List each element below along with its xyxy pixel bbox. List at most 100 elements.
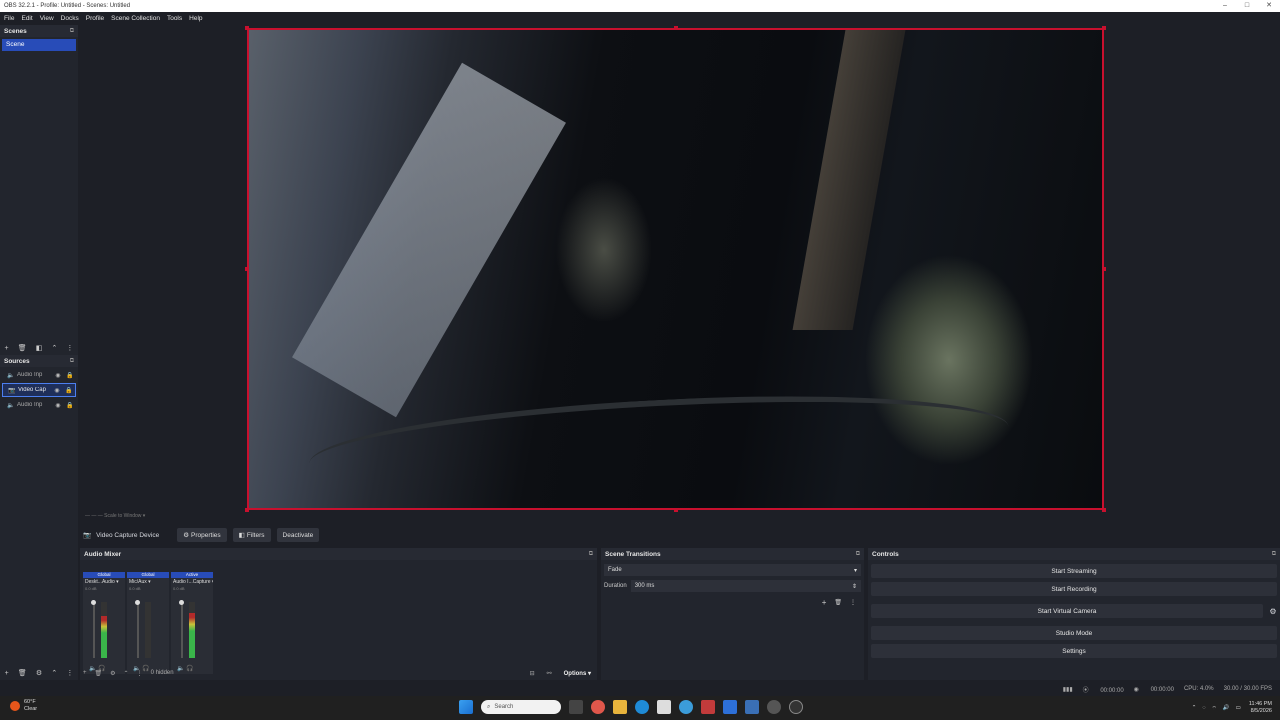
- resize-handle[interactable]: [1102, 26, 1106, 30]
- windows-start-icon[interactable]: [459, 700, 473, 714]
- preview-zoom-bar[interactable]: — — — Scale to Window ▾: [80, 513, 1280, 523]
- taskbar-search[interactable]: ⌕ Search: [481, 700, 561, 714]
- fader-knob[interactable]: [91, 600, 96, 605]
- close-icon[interactable]: ✕: [1258, 0, 1280, 12]
- app-icon[interactable]: [745, 700, 759, 714]
- dock-float-icon[interactable]: ⧉: [70, 28, 74, 35]
- properties-button[interactable]: ⚙ Properties: [177, 528, 227, 542]
- trash-icon[interactable]: 🗑: [18, 669, 27, 677]
- file-explorer-icon[interactable]: [613, 700, 627, 714]
- resize-handle[interactable]: [245, 508, 249, 512]
- more-icon[interactable]: ⋮: [66, 669, 73, 677]
- gear-icon[interactable]: ⚙: [36, 669, 42, 677]
- filters-button[interactable]: ◧ Filters: [232, 528, 271, 542]
- options-button[interactable]: Options ▾: [564, 670, 591, 677]
- menu-help[interactable]: Help: [189, 15, 202, 22]
- gear-icon[interactable]: ⚙: [110, 670, 115, 677]
- start-streaming-button[interactable]: Start Streaming: [871, 564, 1277, 578]
- add-icon[interactable]: +: [822, 598, 827, 607]
- preview-canvas[interactable]: [247, 28, 1104, 510]
- volume-fader[interactable]: [181, 602, 183, 658]
- layout-icon[interactable]: ⊟: [530, 670, 535, 677]
- taskbar-clock[interactable]: 11:46 PM 8/5/2026: [1249, 701, 1272, 715]
- weather-widget[interactable]: 60°F Clear: [10, 699, 37, 713]
- source-item[interactable]: 🔈 Audio Inp ◉ 🔒: [2, 398, 76, 412]
- chrome-icon[interactable]: [591, 700, 605, 714]
- channel-name[interactable]: Mic/Aux ▾: [127, 578, 169, 586]
- help-icon[interactable]: [679, 700, 693, 714]
- channel-name[interactable]: Deskt...Audio ▾: [83, 578, 125, 586]
- dock-float-icon[interactable]: ⧉: [70, 358, 74, 365]
- eye-icon[interactable]: ◉: [52, 402, 64, 409]
- settings-button[interactable]: Settings: [871, 644, 1277, 658]
- dock-float-icon[interactable]: ⧉: [589, 551, 593, 558]
- volume-fader[interactable]: [93, 602, 95, 658]
- task-view-icon[interactable]: [569, 700, 583, 714]
- menu-scene-collection[interactable]: Scene Collection: [111, 15, 160, 22]
- up-arrow-icon[interactable]: ⌃: [51, 669, 57, 677]
- app-icon[interactable]: [701, 700, 715, 714]
- battery-icon[interactable]: ▭: [1236, 705, 1241, 711]
- trash-icon[interactable]: 🗑: [834, 599, 842, 606]
- menu-view[interactable]: View: [40, 15, 54, 22]
- volume-fader[interactable]: [137, 602, 139, 658]
- trash-icon[interactable]: 🗑: [95, 670, 103, 677]
- deactivate-button[interactable]: Deactivate: [276, 528, 320, 542]
- level-meter: [145, 602, 151, 658]
- gear-icon[interactable]: ⚙: [1266, 607, 1280, 616]
- duration-spinbox[interactable]: 300 ms ⇕: [630, 580, 861, 592]
- lock-icon[interactable]: 🔒: [64, 372, 76, 379]
- transition-select[interactable]: Fade ▾: [604, 564, 861, 576]
- app-icon[interactable]: [723, 700, 737, 714]
- menu-edit[interactable]: Edit: [21, 15, 32, 22]
- up-arrow-icon[interactable]: ⌃: [51, 344, 57, 352]
- menu-tools[interactable]: Tools: [167, 15, 182, 22]
- minimize-icon[interactable]: –: [1214, 0, 1236, 12]
- lock-icon[interactable]: 🔒: [64, 402, 76, 409]
- source-item[interactable]: 🔈 Audio Inp ◉ 🔒: [2, 368, 76, 382]
- media-player-icon[interactable]: [767, 700, 781, 714]
- obs-icon[interactable]: [789, 700, 803, 714]
- eye-icon[interactable]: ◉: [52, 372, 64, 379]
- add-icon[interactable]: +: [5, 345, 9, 352]
- more-icon[interactable]: ⋮: [850, 599, 856, 606]
- fader-knob[interactable]: [135, 600, 140, 605]
- fader-knob[interactable]: [179, 600, 184, 605]
- start-virtual-camera-button[interactable]: Start Virtual Camera: [871, 604, 1263, 618]
- lock-icon[interactable]: 🔒: [63, 387, 75, 394]
- trash-icon[interactable]: 🗑: [18, 344, 27, 352]
- add-icon[interactable]: +: [5, 670, 9, 677]
- link-icon[interactable]: ⚯: [547, 670, 552, 677]
- start-recording-button[interactable]: Start Recording: [871, 582, 1277, 596]
- wifi-icon[interactable]: ⌔: [1212, 705, 1217, 712]
- cpu-usage: CPU: 4.0%: [1183, 686, 1214, 692]
- dock-float-icon[interactable]: ⧉: [856, 551, 860, 558]
- resize-handle[interactable]: [674, 26, 678, 30]
- resize-handle[interactable]: [245, 267, 249, 271]
- scene-item[interactable]: Scene: [2, 39, 76, 51]
- source-item-selected[interactable]: 📷 Video Cap ◉ 🔒: [2, 383, 76, 397]
- filter-icon[interactable]: ◧: [36, 344, 43, 352]
- resize-handle[interactable]: [1102, 267, 1106, 271]
- dock-float-icon[interactable]: ⧉: [1272, 551, 1276, 558]
- edge-icon[interactable]: [635, 700, 649, 714]
- spin-arrows-icon[interactable]: ⇕: [852, 583, 857, 590]
- menu-profile[interactable]: Profile: [86, 15, 104, 22]
- chevron-up-icon[interactable]: ⌃: [1192, 705, 1197, 711]
- store-icon[interactable]: [657, 700, 671, 714]
- menu-file[interactable]: File: [4, 15, 14, 22]
- add-icon[interactable]: +: [83, 670, 87, 676]
- studio-mode-button[interactable]: Studio Mode: [871, 626, 1277, 640]
- resize-handle[interactable]: [674, 508, 678, 512]
- menu-docks[interactable]: Docks: [61, 15, 79, 22]
- up-arrow-icon[interactable]: ⌃: [124, 670, 129, 677]
- more-icon[interactable]: ⋮: [66, 344, 73, 352]
- resize-handle[interactable]: [1102, 508, 1106, 512]
- network-icon[interactable]: ◌: [1202, 705, 1205, 711]
- maximize-icon[interactable]: □: [1236, 0, 1258, 12]
- volume-icon[interactable]: 🔊: [1223, 705, 1230, 711]
- resize-handle[interactable]: [245, 26, 249, 30]
- more-icon[interactable]: ⋮: [137, 670, 143, 677]
- eye-icon[interactable]: ◉: [51, 387, 63, 394]
- channel-name[interactable]: Audio I...Capture ▾: [171, 578, 213, 586]
